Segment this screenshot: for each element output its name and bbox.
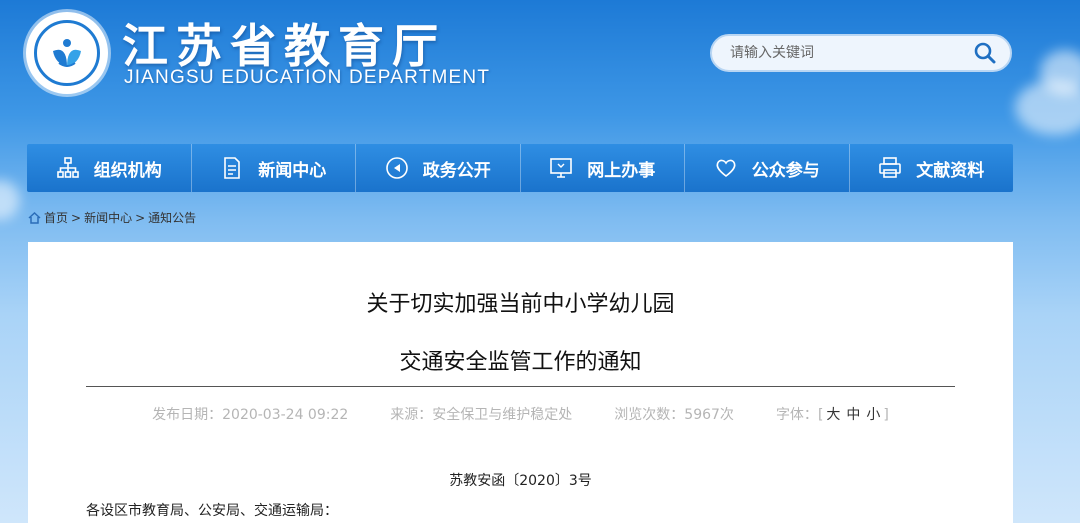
font-size-control: 字体：[大中小]: [776, 404, 889, 424]
megaphone-icon: [385, 156, 409, 180]
article-title-line1: 关于切实加强当前中小学幼儿园: [366, 292, 675, 317]
nav-label: 公众参与: [751, 160, 820, 181]
nav-item-news[interactable]: 新闻中心: [192, 144, 356, 192]
breadcrumb-separator: >: [135, 210, 146, 225]
font-bracket-close: ]: [883, 407, 889, 423]
main-nav: 组织机构 新闻中心 政务公开 网上办事 公众参与 文献资料: [27, 144, 1013, 192]
publish-date: 发布日期：2020-03-24 09:22: [152, 407, 349, 423]
font-size-large-button[interactable]: 大: [826, 407, 840, 423]
nav-item-online-services[interactable]: 网上办事: [521, 144, 685, 192]
org-chart-icon: [56, 156, 80, 180]
article-meta: 发布日期：2020-03-24 09:22 来源：安全保卫与维护稳定处 浏览次数…: [28, 404, 1013, 424]
recipients: 各设区市教育局、公安局、交通运输局：: [86, 503, 338, 519]
document-icon: [220, 156, 244, 180]
nav-item-organization[interactable]: 组织机构: [27, 144, 192, 192]
view-count: 浏览次数：5967次: [614, 407, 734, 423]
search-icon: [974, 42, 996, 64]
search-button[interactable]: [972, 40, 998, 66]
breadcrumb-separator: >: [71, 210, 82, 225]
article-panel: 关于切实加强当前中小学幼儿园 交通安全监管工作的通知 发布日期：2020-03-…: [28, 242, 1013, 523]
site-logo[interactable]: [26, 12, 108, 94]
breadcrumb: 首页 > 新闻中心 > 通知公告: [28, 209, 196, 226]
breadcrumb-home[interactable]: 首页: [44, 209, 68, 226]
breadcrumb-current[interactable]: 通知公告: [148, 209, 196, 226]
font-size-medium-button[interactable]: 中: [846, 407, 860, 423]
cloud-decoration: [0, 180, 20, 220]
document-number: 苏教安函〔2020〕3号: [449, 473, 592, 489]
article-source: 来源：安全保卫与维护稳定处: [390, 407, 573, 423]
search-box: [710, 34, 1012, 72]
search-input[interactable]: [730, 45, 972, 61]
nav-label: 网上办事: [587, 160, 656, 181]
font-size-label: 字体：: [775, 407, 818, 423]
nav-label: 组织机构: [93, 160, 162, 181]
article-title-line2: 交通安全监管工作的通知: [399, 350, 642, 375]
book-hands-icon: [53, 39, 81, 67]
font-bracket-open: [: [817, 407, 824, 423]
printer-icon: [878, 156, 902, 180]
breadcrumb-news[interactable]: 新闻中心: [84, 209, 132, 226]
nav-label: 新闻中心: [258, 160, 327, 181]
monitor-icon: [549, 156, 573, 180]
nav-label: 政务公开: [422, 160, 491, 181]
nav-item-documents[interactable]: 文献资料: [850, 144, 1014, 192]
nav-item-government[interactable]: 政务公开: [356, 144, 521, 192]
font-size-small-button[interactable]: 小: [866, 407, 880, 423]
nav-label: 文献资料: [916, 160, 985, 181]
heart-icon: [714, 156, 738, 180]
home-icon: [28, 211, 41, 224]
logo-emblem: [34, 20, 100, 86]
site-subtitle: JIANGSU EDUCATION DEPARTMENT: [124, 67, 491, 88]
title-divider: [86, 386, 955, 387]
nav-item-public-participation[interactable]: 公众参与: [685, 144, 850, 192]
